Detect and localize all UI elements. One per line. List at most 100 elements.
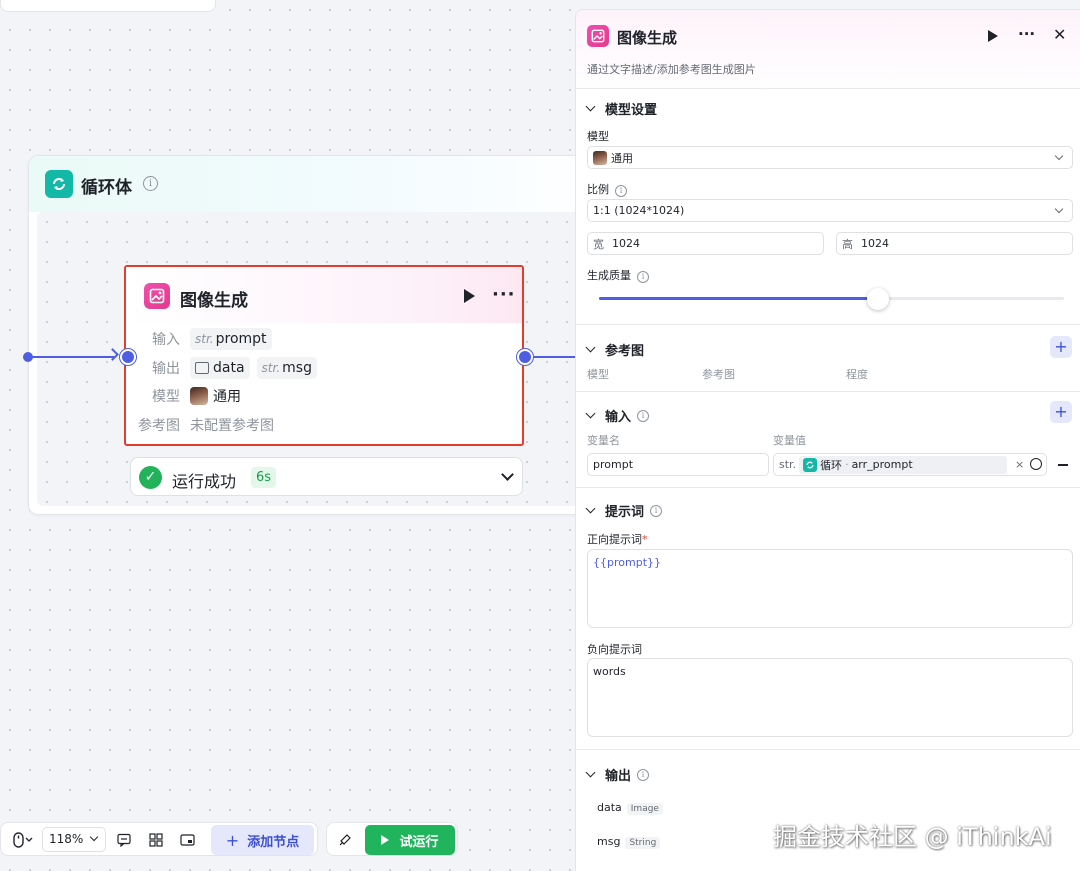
model-avatar bbox=[190, 387, 208, 405]
output-type: Image bbox=[626, 803, 663, 815]
close-icon[interactable]: ✕ bbox=[1053, 25, 1066, 44]
model-value: 通用 bbox=[213, 389, 241, 405]
play-icon[interactable] bbox=[464, 289, 475, 303]
run-status-bar[interactable]: ✓ 运行成功 6s bbox=[130, 457, 523, 496]
test-run-label: 试运行 bbox=[399, 834, 439, 850]
type-prefix: str. bbox=[261, 361, 281, 375]
image-gen-icon bbox=[587, 25, 609, 47]
ratio-select[interactable]: 1:1 (1024*1024) bbox=[587, 199, 1073, 222]
var-ref: arr_prompt bbox=[851, 458, 913, 471]
quality-label-text: 生成质量 bbox=[587, 269, 631, 282]
model-settings-header[interactable]: 模型设置 bbox=[585, 99, 657, 118]
type-prefix: str. bbox=[195, 332, 214, 346]
panel-title: 图像生成 bbox=[617, 29, 678, 47]
section-title: 参考图 bbox=[605, 344, 645, 359]
comment-icon[interactable] bbox=[115, 831, 133, 849]
status-time-badge: 6s bbox=[251, 467, 277, 488]
info-icon[interactable]: i bbox=[143, 176, 158, 191]
quality-slider-thumb[interactable] bbox=[867, 288, 889, 310]
input-port[interactable] bbox=[120, 349, 136, 365]
var-ref-chip: 循环 · arr_prompt bbox=[799, 455, 1008, 474]
required-mark: * bbox=[642, 533, 648, 546]
target-icon[interactable] bbox=[1030, 458, 1042, 470]
positive-prompt-textarea[interactable]: {{prompt}} bbox=[587, 549, 1073, 628]
layout-grid-icon[interactable] bbox=[147, 831, 165, 849]
chevron-down-icon bbox=[89, 832, 99, 842]
output-header[interactable]: 输出 i bbox=[585, 765, 650, 784]
check-icon: ✓ bbox=[139, 466, 162, 489]
output-name: data bbox=[597, 801, 622, 814]
var-name-input[interactable]: prompt bbox=[587, 453, 769, 476]
var-name-header: 变量名 bbox=[587, 434, 620, 447]
chevron-down-icon bbox=[585, 503, 596, 514]
chevron-down-icon bbox=[585, 767, 596, 778]
add-input-button[interactable]: + bbox=[1050, 401, 1072, 423]
more-icon[interactable]: ··· bbox=[492, 284, 516, 305]
remove-input-icon[interactable] bbox=[1058, 464, 1068, 466]
image-generation-node[interactable]: 图像生成 ··· 输入 str. prompt 输出 data str. msg 模… bbox=[124, 265, 524, 446]
var-value-header: 变量值 bbox=[773, 434, 806, 447]
chip-value: msg bbox=[282, 360, 312, 376]
node-output-row: 输出 data str. msg bbox=[126, 357, 324, 379]
connector-line bbox=[532, 356, 575, 358]
width-field[interactable]: 宽 1024 bbox=[587, 232, 824, 255]
test-run-button[interactable]: 试运行 bbox=[365, 825, 455, 855]
row-label: 输出 bbox=[152, 361, 180, 377]
divider bbox=[576, 487, 1080, 488]
node-input-row: 输入 str. prompt bbox=[126, 328, 279, 350]
divider bbox=[576, 391, 1080, 392]
output-item: msg String bbox=[597, 835, 661, 849]
loop-icon bbox=[803, 457, 818, 472]
reference-header[interactable]: 参考图 bbox=[585, 340, 645, 359]
negative-prompt-textarea[interactable]: words bbox=[587, 658, 1073, 737]
canvas-toolbar: 118% + 添加节点 bbox=[0, 822, 318, 856]
zoom-select[interactable]: 118% bbox=[42, 827, 106, 852]
play-icon[interactable] bbox=[988, 30, 998, 42]
status-text: 运行成功 bbox=[172, 472, 237, 491]
var-value-input[interactable]: str. 循环 · arr_prompt × bbox=[773, 453, 1047, 476]
info-icon[interactable]: i bbox=[615, 185, 627, 197]
section-title: 提示词 bbox=[605, 505, 645, 520]
var-name-value: prompt bbox=[593, 458, 634, 471]
panel-header bbox=[576, 10, 1080, 92]
height-prefix: 高 bbox=[842, 237, 853, 251]
chip-value: data bbox=[213, 360, 245, 376]
info-icon[interactable]: i bbox=[637, 409, 650, 422]
minimap-icon[interactable] bbox=[178, 831, 196, 849]
model-select[interactable]: 通用 bbox=[587, 146, 1073, 169]
output-item: data Image bbox=[597, 801, 663, 815]
add-reference-button[interactable]: + bbox=[1050, 336, 1072, 358]
section-title: 输出 bbox=[605, 769, 632, 784]
section-title: 输入 bbox=[605, 410, 632, 425]
prompt-header[interactable]: 提示词 i bbox=[585, 501, 663, 520]
zoom-value: 118% bbox=[49, 832, 84, 846]
input-header[interactable]: 输入 i bbox=[585, 406, 650, 425]
negative-prompt-label: 负向提示词 bbox=[587, 643, 642, 656]
info-icon[interactable]: i bbox=[637, 271, 649, 283]
row-label: 参考图 bbox=[138, 418, 180, 434]
row-label: 输入 bbox=[152, 332, 180, 348]
output-chip-data: data bbox=[190, 357, 250, 379]
mouse-mode-icon[interactable] bbox=[9, 830, 37, 850]
watermark: 掘金技术社区 @ iThinkAi bbox=[773, 823, 1052, 851]
info-icon[interactable]: i bbox=[650, 504, 663, 517]
clear-icon[interactable]: × bbox=[1015, 458, 1024, 471]
ratio-select-value: 1:1 (1024*1024) bbox=[593, 204, 685, 217]
output-port[interactable] bbox=[517, 349, 533, 365]
chevron-down-icon[interactable] bbox=[501, 468, 514, 481]
more-icon[interactable]: ··· bbox=[1018, 25, 1035, 43]
divider bbox=[576, 324, 1080, 325]
chevron-down-icon bbox=[1054, 151, 1064, 161]
add-node-label: 添加节点 bbox=[247, 834, 300, 850]
output-chip-msg: str. msg bbox=[256, 357, 317, 379]
loop-icon bbox=[45, 170, 73, 198]
info-icon[interactable]: i bbox=[637, 768, 650, 781]
image-icon bbox=[195, 362, 209, 374]
height-field[interactable]: 高 1024 bbox=[836, 232, 1073, 255]
ref-col-model: 模型 bbox=[587, 368, 609, 381]
debug-tool-icon[interactable] bbox=[335, 830, 355, 850]
node-ref-row: 参考图 未配置参考图 bbox=[126, 414, 274, 436]
add-node-button[interactable]: + 添加节点 bbox=[211, 825, 314, 855]
divider bbox=[576, 749, 1080, 750]
quality-label: 生成质量 i bbox=[587, 267, 649, 283]
